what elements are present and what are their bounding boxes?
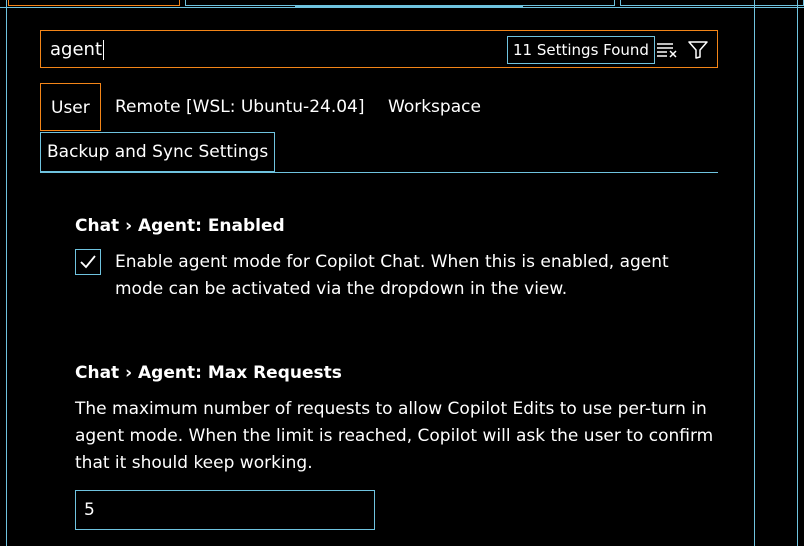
- backup-sync-button[interactable]: Backup and Sync Settings: [40, 132, 276, 172]
- setting-title: Chat › Agent: Enabled: [75, 216, 285, 236]
- results-count-badge: 11 Settings Found: [507, 36, 655, 64]
- tabs-divider: [40, 172, 718, 173]
- panel-border-far-right: [797, 0, 798, 546]
- max-requests-input[interactable]: [75, 490, 375, 530]
- tab-user[interactable]: User: [40, 83, 101, 131]
- settings-editor: agent 11 Settings Found User Remote [WSL…: [0, 0, 804, 546]
- search-input[interactable]: agent: [50, 31, 104, 69]
- panel-border-left: [6, 0, 7, 546]
- filter-icon[interactable]: [686, 38, 710, 62]
- panel-border-right: [754, 0, 755, 546]
- tab-workspace[interactable]: Workspace: [388, 83, 481, 131]
- tab-remote[interactable]: Remote [WSL: Ubuntu-24.04]: [115, 83, 365, 131]
- search-query-text: agent: [50, 39, 102, 60]
- setting-description: Enable agent mode for Copilot Chat. When…: [115, 252, 669, 299]
- checkmark-icon: [80, 255, 96, 269]
- text-caret: [103, 40, 104, 60]
- setting-description: The maximum number of requests to allow …: [75, 399, 714, 473]
- settings-search-box[interactable]: agent 11 Settings Found: [40, 30, 718, 68]
- clear-filter-icon[interactable]: [655, 38, 679, 62]
- tab-strip-border: [0, 7, 804, 8]
- setting-title: Chat › Agent: Max Requests: [75, 363, 342, 383]
- editor-tab-active[interactable]: [8, 0, 180, 6]
- agent-enabled-checkbox[interactable]: [75, 249, 101, 275]
- editor-tab[interactable]: [620, 0, 804, 6]
